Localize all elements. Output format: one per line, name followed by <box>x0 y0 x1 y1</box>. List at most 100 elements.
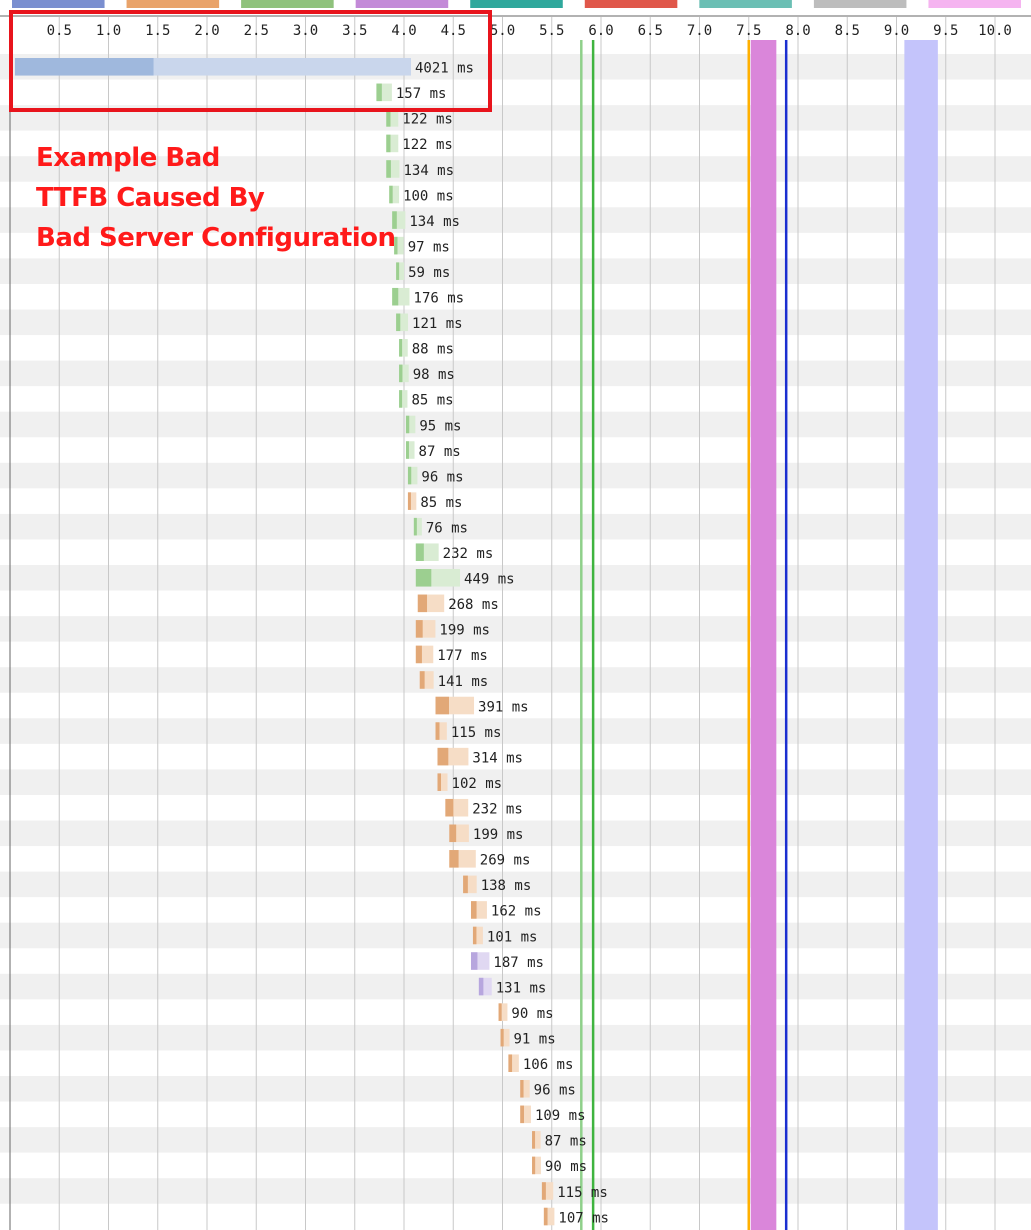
request-duration-label: 87 ms <box>545 1134 587 1150</box>
request-duration-label: 232 ms <box>443 546 494 562</box>
legend-swatch <box>699 0 792 8</box>
request-bar-ttfb <box>437 747 449 766</box>
request-duration-label: 97 ms <box>408 239 450 255</box>
request-bar-ttfb <box>399 364 403 383</box>
request-bar-ttfb <box>415 620 423 638</box>
request-bar-ttfb <box>463 875 468 894</box>
request-duration-label: 115 ms <box>557 1185 608 1201</box>
request-duration-label: 199 ms <box>473 827 524 843</box>
annotation-line-1: Example Bad <box>36 143 220 173</box>
request-duration-label: 90 ms <box>545 1159 587 1175</box>
request-duration-label: 268 ms <box>448 597 499 613</box>
legend-swatch <box>12 0 105 8</box>
request-duration-label: 199 ms <box>439 623 490 639</box>
request-bar-ttfb <box>392 287 399 306</box>
request-duration-label: 96 ms <box>421 469 463 485</box>
request-duration-label: 91 ms <box>513 1031 555 1047</box>
x-tick-label: 7.5 <box>736 23 761 39</box>
request-duration-label: 95 ms <box>419 418 461 434</box>
request-duration-label: 131 ms <box>496 980 547 996</box>
request-duration-label: 138 ms <box>481 878 532 894</box>
request-duration-label: 98 ms <box>413 367 455 383</box>
annotation-line-2: TTFB Caused By <box>36 183 265 213</box>
request-duration-label: 102 ms <box>452 776 503 792</box>
x-tick-label: 8.5 <box>835 23 860 39</box>
row-stripe <box>0 411 1031 438</box>
request-duration-label: 59 ms <box>408 265 450 281</box>
x-tick-label: 5.0 <box>490 23 515 39</box>
request-duration-label: 109 ms <box>535 1108 586 1124</box>
row-stripe <box>0 462 1031 489</box>
request-duration-label: 76 ms <box>426 520 468 536</box>
x-tick-label: 8.0 <box>785 23 810 39</box>
legend-swatch <box>584 0 678 8</box>
x-tick-label: 5.5 <box>539 23 564 39</box>
request-duration-label: 314 ms <box>472 750 523 766</box>
request-duration-label: 107 ms <box>558 1210 609 1226</box>
request-bar-ttfb <box>500 1028 504 1047</box>
request-bar-ttfb <box>407 466 412 485</box>
request-duration-label: 122 ms <box>402 112 453 128</box>
request-duration-label: 134 ms <box>403 163 454 179</box>
request-duration-label: 449 ms <box>464 572 515 588</box>
legend-swatch <box>813 0 907 8</box>
request-duration-label: 85 ms <box>411 393 453 409</box>
x-tick-label: 7.0 <box>687 23 712 39</box>
request-bar-ttfb <box>449 824 457 843</box>
row-stripe <box>0 616 1031 642</box>
request-bar-ttfb <box>399 390 403 408</box>
timing-band <box>904 40 938 1230</box>
request-bar-ttfb <box>407 492 411 510</box>
timing-band <box>750 40 777 1230</box>
request-bar-ttfb <box>415 569 432 587</box>
request-bar-ttfb <box>435 722 440 740</box>
row-stripe <box>0 1178 1031 1204</box>
row-stripe <box>0 718 1031 744</box>
request-bar-ttfb <box>541 1182 546 1200</box>
row-stripe <box>0 360 1031 387</box>
request-duration-label: 96 ms <box>534 1083 576 1099</box>
request-bar-ttfb <box>413 517 417 536</box>
request-duration-label: 269 ms <box>480 853 531 869</box>
legend-swatch <box>126 0 220 8</box>
request-bar-ttfb <box>478 977 484 996</box>
request-bar-ttfb <box>437 773 442 791</box>
request-bar-ttfb <box>532 1156 536 1175</box>
request-duration-label: 122 ms <box>402 137 453 153</box>
x-tick-label: 6.0 <box>588 23 613 39</box>
request-bar-ttfb <box>543 1207 548 1226</box>
request-duration-label: 134 ms <box>409 214 460 230</box>
request-bar-ttfb <box>419 671 425 689</box>
request-bar-ttfb <box>449 850 459 868</box>
row-stripe <box>0 309 1031 336</box>
request-duration-label: 87 ms <box>419 444 461 460</box>
request-bar-ttfb <box>470 901 477 919</box>
row-stripe <box>0 1127 1031 1153</box>
request-bar-ttfb <box>445 798 454 817</box>
request-bar-ttfb <box>435 696 449 715</box>
legend-swatch <box>928 0 1021 8</box>
request-duration-label: 187 ms <box>493 955 544 971</box>
x-tick-label: 9.5 <box>933 23 958 39</box>
request-bar-ttfb <box>399 339 403 357</box>
request-duration-label: 115 ms <box>451 725 502 741</box>
row-stripe <box>0 258 1031 284</box>
row-stripe <box>0 513 1031 540</box>
request-bar-ttfb <box>508 1054 513 1072</box>
request-duration-label: 90 ms <box>511 1006 553 1022</box>
row-stripe <box>0 769 1031 795</box>
legend-swatch <box>470 0 563 8</box>
annotation-line-3: Bad Server Configuration <box>36 223 396 253</box>
request-bar-ttfb <box>520 1080 524 1098</box>
request-duration-label: 391 ms <box>478 699 529 715</box>
request-bar-ttfb <box>415 645 422 664</box>
request-duration-label: 88 ms <box>412 342 454 358</box>
request-duration-label: 85 ms <box>420 495 462 511</box>
legend-swatch <box>355 0 449 8</box>
request-bar-ttfb <box>472 926 477 945</box>
request-duration-label: 232 ms <box>472 802 523 818</box>
request-bar-ttfb <box>417 594 428 613</box>
highlight-box <box>9 10 492 112</box>
request-bar-ttfb <box>532 1131 536 1149</box>
legend-swatch <box>241 0 334 8</box>
